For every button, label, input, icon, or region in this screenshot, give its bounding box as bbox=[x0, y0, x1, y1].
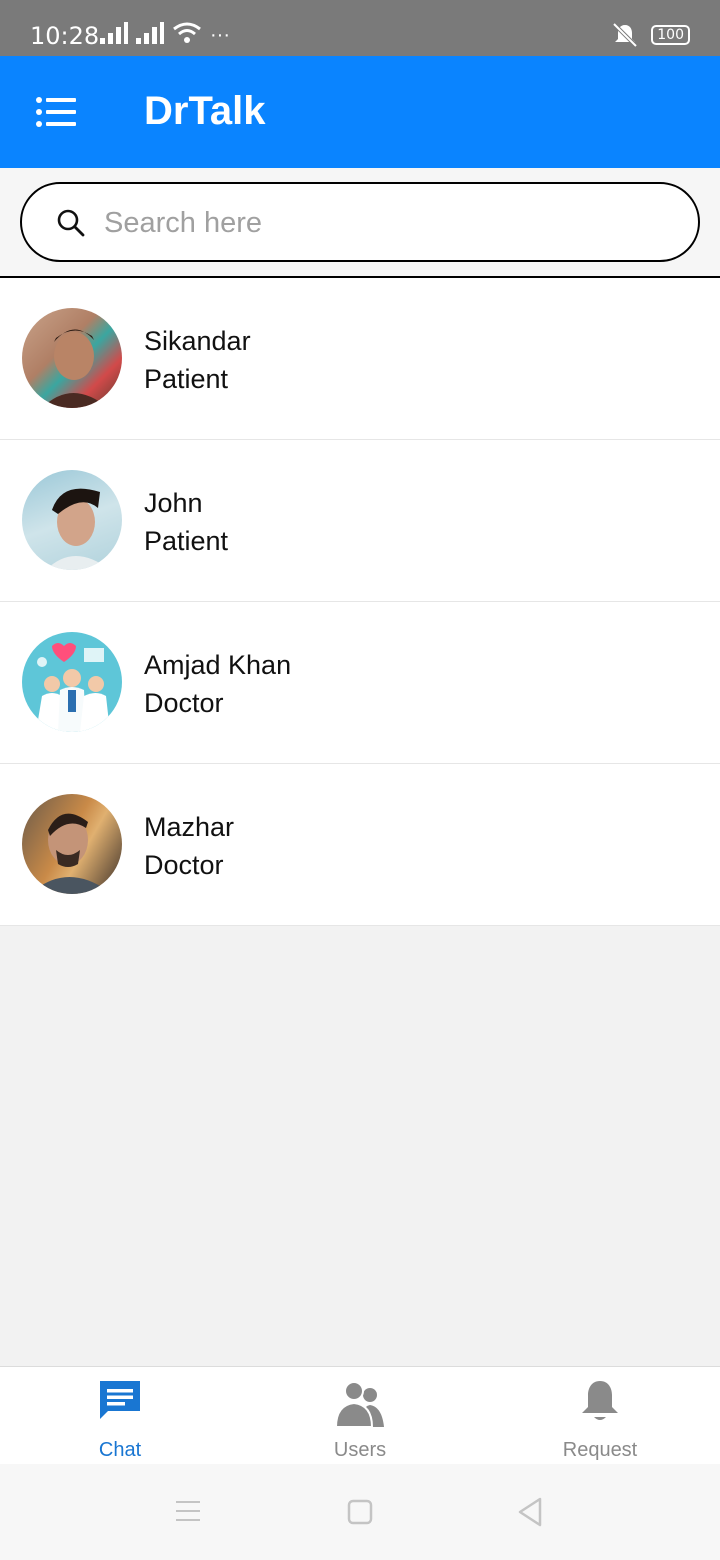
system-nav-bar bbox=[0, 1464, 720, 1560]
contact-name: Mazhar bbox=[144, 812, 235, 842]
chat-list-item[interactable]: John Patient bbox=[0, 440, 720, 602]
contact-role: Patient bbox=[144, 526, 229, 556]
more-indicator: ··· bbox=[210, 24, 230, 46]
wifi-icon bbox=[173, 22, 201, 43]
contact-name: Amjad Khan bbox=[144, 650, 292, 680]
contact-name: John bbox=[144, 488, 203, 518]
avatar bbox=[22, 308, 122, 408]
search-area bbox=[0, 168, 720, 278]
chat-item-text: Sikandar Patient bbox=[144, 322, 251, 398]
back-icon[interactable] bbox=[516, 1496, 544, 1528]
signal-icon bbox=[100, 22, 128, 44]
signal-icon bbox=[136, 22, 164, 44]
users-icon bbox=[334, 1381, 384, 1428]
contact-role: Doctor bbox=[144, 850, 224, 880]
tab-chat[interactable]: Chat bbox=[0, 1367, 240, 1465]
chat-list-item[interactable]: Amjad Khan Doctor bbox=[0, 602, 720, 764]
status-indicators: ··· bbox=[100, 22, 230, 46]
chat-icon bbox=[100, 1381, 140, 1419]
avatar bbox=[22, 794, 122, 894]
tab-request[interactable]: Request bbox=[480, 1367, 720, 1465]
bottom-nav: Chat Users Request bbox=[0, 1366, 720, 1465]
app-title: DrTalk bbox=[144, 89, 266, 133]
chat-item-text: John Patient bbox=[144, 484, 228, 560]
chat-item-text: Amjad Khan Doctor bbox=[144, 646, 291, 722]
tab-users-label: Users bbox=[333, 1439, 387, 1461]
status-bar: 10:28 ··· 100 bbox=[0, 0, 720, 56]
search-box[interactable] bbox=[20, 182, 700, 262]
avatar bbox=[22, 632, 122, 732]
bell-icon bbox=[582, 1381, 618, 1420]
chat-list-item[interactable]: Mazhar Doctor bbox=[0, 764, 720, 926]
recent-apps-icon[interactable] bbox=[174, 1498, 202, 1524]
mute-icon bbox=[612, 22, 638, 48]
tab-users[interactable]: Users bbox=[240, 1367, 480, 1465]
chat-list-item[interactable]: Sikandar Patient bbox=[0, 278, 720, 440]
tab-request-label: Request bbox=[562, 1439, 638, 1461]
status-right: 100 bbox=[611, 22, 690, 48]
search-input[interactable] bbox=[102, 202, 666, 244]
avatar bbox=[22, 470, 122, 570]
app-bar: DrTalk bbox=[0, 56, 720, 168]
home-icon[interactable] bbox=[346, 1498, 374, 1526]
contact-role: Patient bbox=[144, 364, 229, 394]
search-icon bbox=[57, 209, 85, 237]
tab-chat-label: Chat bbox=[98, 1439, 142, 1461]
chat-list: Sikandar Patient John Patient Amjad Khan… bbox=[0, 278, 720, 926]
contact-name: Sikandar bbox=[144, 326, 251, 356]
chat-item-text: Mazhar Doctor bbox=[144, 808, 234, 884]
status-time: 10:28 bbox=[30, 22, 100, 50]
battery-indicator: 100 bbox=[651, 25, 690, 45]
contact-role: Doctor bbox=[144, 688, 224, 718]
menu-icon[interactable] bbox=[36, 96, 76, 128]
